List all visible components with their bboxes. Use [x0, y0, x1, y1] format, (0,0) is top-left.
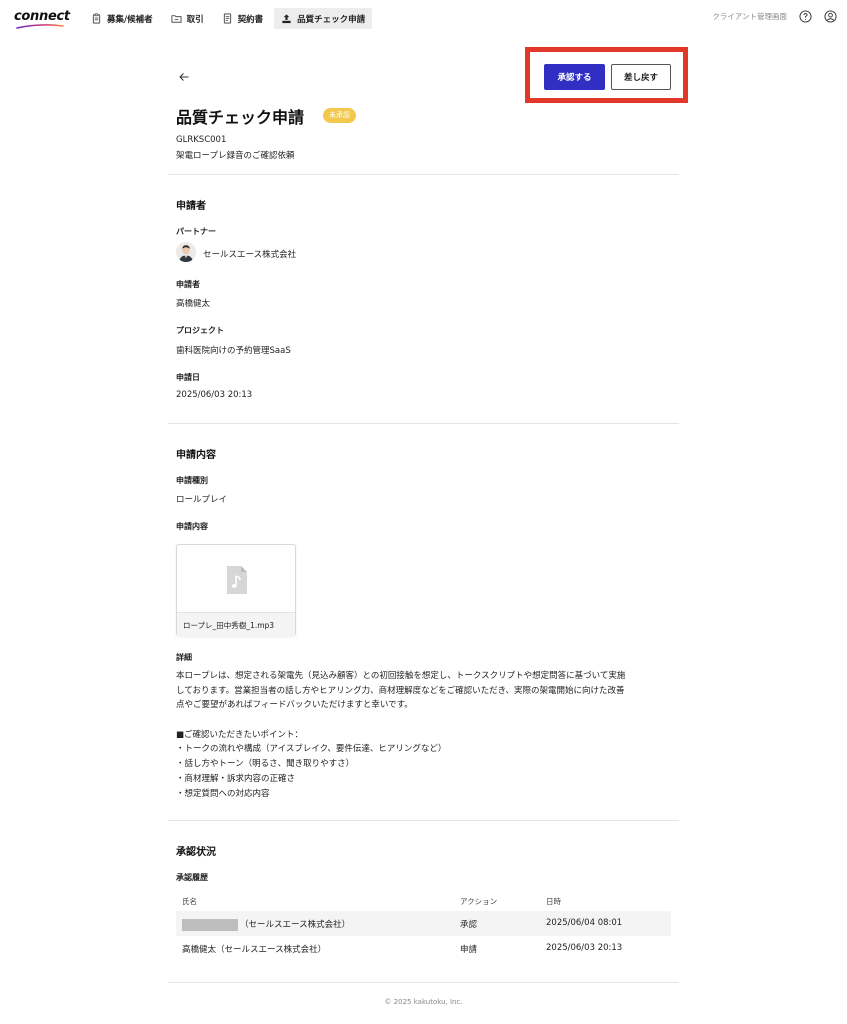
file-name-bar: ロープレ_田中秀樹_1.mp3: [177, 612, 295, 636]
history-name-cell: 高橋健太（セールスエース株式会社）: [182, 945, 327, 955]
upload-icon: [282, 14, 291, 24]
partner-name: セールスエース株式会社: [203, 250, 297, 260]
file-name: ロープレ_田中秀樹_1.mp3: [183, 621, 275, 630]
detail-text: 本ロープレは、想定される架電先（見込み顧客）との初回接触を想定し、トークスクリプ…: [176, 669, 676, 801]
logo-swoosh: [16, 24, 64, 29]
nav-item-contracts[interactable]: 契約書: [215, 8, 271, 29]
history-action-cell: 申請: [460, 945, 478, 955]
person-photo-icon: [176, 242, 196, 262]
logo-text: connect: [14, 9, 70, 24]
help-icon[interactable]: [799, 10, 812, 23]
detail-line: 本ロープレは、想定される架電先（見込み顧客）との初回接触を想定し、トークスクリプ…: [176, 671, 626, 681]
document-icon: [223, 13, 231, 24]
partner-label: パートナー: [176, 227, 216, 236]
request-type-label: 申請種別: [176, 476, 208, 485]
approval-history-table: 氏名 アクション 日時 （セールスエース株式会社） 承認 2025/06/04 …: [176, 892, 671, 961]
request-code: GLRKSC001: [176, 135, 227, 145]
account-icon[interactable]: [824, 10, 837, 23]
audio-file-card[interactable]: ロープレ_田中秀樹_1.mp3: [176, 544, 296, 636]
page-title: 品質チェック申請: [176, 108, 305, 127]
detail-line: 点やご要望があればフィードバックいただけますと幸いです。: [176, 700, 413, 711]
application-date: 2025/06/03 20:13: [176, 390, 253, 400]
main-nav: 募集/候補者 取引 契約書 品質チェック申請: [84, 8, 373, 29]
column-header-date: 日時: [546, 897, 561, 906]
nav-item-label: 募集/候補者: [107, 14, 153, 25]
content-section-title: 申請内容: [176, 450, 216, 461]
section-divider: [168, 423, 679, 424]
detail-line: しております。営業担当者の話し方やヒアリング力、商材理解度などをご確認いただき、…: [176, 685, 625, 696]
nav-item-label: 品質チェック申請: [297, 14, 366, 25]
section-divider: [168, 174, 679, 175]
project-name: 歯科医院向けの予約管理SaaS: [176, 346, 291, 356]
section-divider: [168, 982, 679, 983]
applicant-section-title: 申請者: [176, 201, 206, 212]
history-date-cell: 2025/06/04 08:01: [546, 918, 623, 928]
table-row: 高橋健太（セールスエース株式会社） 申請 2025/06/03 20:13: [176, 936, 671, 961]
history-action-cell: 承認: [460, 920, 478, 930]
detail-line: ・トークの流れや構成（アイスブレイク、要件伝達、ヒアリングなど）: [176, 744, 447, 755]
application-date-label: 申請日: [176, 373, 200, 382]
audio-file-icon: [227, 566, 247, 594]
connect-logo[interactable]: connect: [14, 9, 70, 31]
history-date-cell: 2025/06/03 20:13: [546, 943, 623, 953]
applicant-name: 高橋健太: [176, 299, 211, 309]
request-type-value: ロールプレイ: [176, 495, 228, 505]
top-navigation-bar: connect 募集/候補者 取引 契約書 品質チェック申請 クライアント管理画…: [0, 0, 847, 36]
request-content-label: 申請内容: [176, 522, 208, 531]
detail-line: ■ご確認いただきたいポイント：: [176, 729, 304, 740]
client-admin-link[interactable]: クライアント管理画面: [712, 11, 787, 22]
back-arrow-icon[interactable]: [178, 71, 190, 83]
detail-line: ・想定質問への対応内容: [176, 788, 270, 799]
status-badge: 未承認: [323, 108, 356, 123]
request-subtitle: 架電ロープレ録音のご確認依頼: [176, 151, 295, 161]
detail-line: ・話し方やトーン（明るさ、聞き取りやすさ）: [176, 759, 355, 770]
table-row: （セールスエース株式会社） 承認 2025/06/04 08:01: [176, 911, 671, 936]
history-name-text: （セールスエース株式会社）: [240, 920, 351, 930]
applicant-label: 申請者: [176, 280, 200, 289]
nav-item-deals[interactable]: 取引: [164, 8, 211, 29]
top-right-actions: クライアント管理画面: [712, 10, 837, 23]
footer-copyright: © 2025 kakutoku, Inc.: [384, 998, 463, 1006]
column-header-name: 氏名: [182, 897, 197, 906]
nav-item-label: 契約書: [237, 14, 264, 25]
nav-item-recruitment[interactable]: 募集/候補者: [84, 8, 160, 29]
detail-line: [176, 713, 676, 728]
avatar: [176, 242, 196, 262]
nav-item-quality-check[interactable]: 品質チェック申請: [274, 8, 373, 29]
history-name-cell: （セールスエース株式会社）: [182, 918, 350, 931]
redacted-name-block: [182, 918, 238, 931]
approval-section-title: 承認状況: [176, 847, 216, 858]
project-label: プロジェクト: [176, 326, 224, 335]
column-header-action: アクション: [460, 897, 498, 906]
section-divider: [168, 820, 679, 821]
table-header: 氏名 アクション 日時: [176, 892, 671, 911]
folder-icon: [171, 15, 182, 23]
detail-line: ・商材理解・訴求内容の正確さ: [176, 773, 296, 784]
send-back-button[interactable]: 差し戻す: [611, 64, 671, 90]
approve-button[interactable]: 承認する: [544, 64, 605, 90]
nav-item-label: 取引: [186, 14, 204, 25]
clipboard-icon: [92, 13, 101, 24]
detail-label: 詳細: [176, 653, 192, 662]
approval-history-label: 承認履歴: [176, 873, 208, 882]
